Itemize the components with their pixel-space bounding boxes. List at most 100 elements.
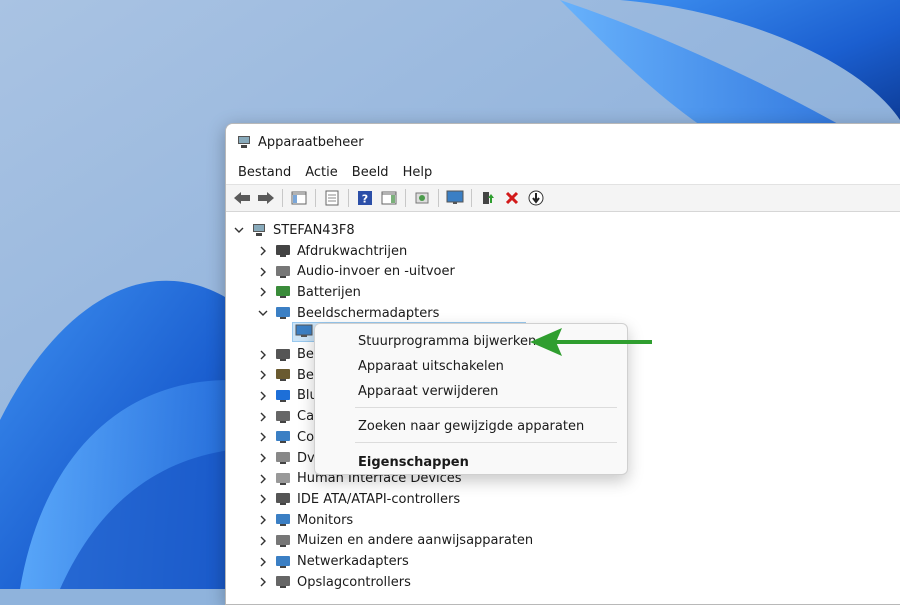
chevron-right-icon[interactable] [256, 348, 270, 362]
network-adapter-icon [274, 554, 292, 570]
toolbar-separator [315, 189, 316, 207]
tree-item-label: Afdrukwachtrijen [297, 243, 408, 259]
menu-bar: Bestand Actie Beeld Help [226, 160, 900, 184]
tree-item[interactable]: Be [256, 345, 314, 365]
chevron-right-icon[interactable] [256, 513, 270, 527]
chevron-right-icon[interactable] [256, 368, 270, 382]
camera-icon [274, 409, 292, 425]
properties-icon[interactable] [322, 188, 342, 208]
ide-controller-icon [274, 491, 292, 507]
uninstall-icon[interactable] [502, 188, 522, 208]
tree-item[interactable]: Opslagcontrollers [256, 572, 411, 592]
title-bar: Apparaatbeheer [226, 124, 900, 160]
tree-item[interactable]: Be [256, 365, 314, 385]
menu-beeld[interactable]: Beeld [346, 163, 395, 182]
action-pane-icon[interactable] [379, 188, 399, 208]
tree-item-label: Beeldschermadapters [297, 305, 440, 321]
tree-item[interactable]: Ca [256, 407, 314, 427]
toolbar-separator [438, 189, 439, 207]
tree-item[interactable]: IDE ATA/ATAPI-controllers [256, 489, 460, 509]
update-driver-icon[interactable] [526, 188, 546, 208]
printer-queue-icon [274, 243, 292, 259]
tree-item[interactable]: Blu [256, 386, 318, 406]
tree-item-label: Monitors [297, 512, 354, 528]
menu-actie[interactable]: Actie [299, 163, 344, 182]
monitor-icon[interactable] [445, 188, 465, 208]
chevron-right-icon[interactable] [256, 410, 270, 424]
tree-item-label: Be [297, 367, 314, 383]
tree-item-label: Audio-invoer en -uitvoer [297, 264, 455, 280]
window-title: Apparaatbeheer [258, 134, 364, 150]
battery-icon [274, 284, 292, 300]
tree-item-label: Opslagcontrollers [297, 574, 411, 590]
toolbar-separator [471, 189, 472, 207]
toolbar-separator [405, 189, 406, 207]
tree-item[interactable]: Batterijen [256, 282, 361, 302]
device-manager-icon [236, 134, 252, 150]
tree-root[interactable]: STEFAN43F8 [232, 220, 355, 240]
computer-icon [274, 429, 292, 445]
forward-icon[interactable] [256, 188, 276, 208]
tree-item-label: Netwerkadapters [297, 554, 409, 569]
tree-item-label: Muizen en andere aanwijsapparaten [297, 533, 534, 549]
menu-bestand[interactable]: Bestand [232, 163, 297, 182]
green-arrow-icon [530, 328, 652, 356]
chevron-right-icon[interactable] [256, 285, 270, 299]
menu-separator [355, 442, 617, 443]
bluetooth-icon [274, 388, 292, 404]
chevron-right-icon[interactable] [256, 575, 270, 589]
tree-item-label: IDE ATA/ATAPI-controllers [297, 491, 461, 507]
chevron-right-icon[interactable] [256, 389, 270, 403]
storage-controller-icon [274, 574, 292, 590]
console-tree-icon[interactable] [289, 188, 309, 208]
menu-item-scan-changes[interactable]: Zoeken naar gewijzigde apparaten [358, 415, 584, 437]
tree-item[interactable]: Dv [256, 448, 315, 468]
tree-item[interactable]: Audio-invoer en -uitvoer [256, 262, 455, 282]
menu-help[interactable]: Help [397, 163, 439, 182]
display-adapter-icon [295, 324, 313, 342]
tree-item[interactable]: Afdrukwachtrijen [256, 241, 407, 261]
hid-icon [274, 471, 292, 487]
unknown-device-icon [274, 347, 292, 363]
tree-item[interactable]: Netwerkadapters [256, 552, 409, 572]
chevron-right-icon[interactable] [256, 244, 270, 258]
chevron-right-icon[interactable] [256, 451, 270, 465]
toolbar: ? [226, 184, 900, 212]
root-label: STEFAN43F8 [273, 222, 355, 238]
chevron-right-icon[interactable] [256, 534, 270, 548]
menu-separator [355, 407, 617, 408]
tree-item[interactable]: Co [256, 427, 314, 447]
audio-icon [274, 264, 292, 280]
tree-item-label: Co [297, 429, 315, 445]
toolbar-separator [348, 189, 349, 207]
mouse-icon [274, 533, 292, 549]
chevron-right-icon[interactable] [256, 555, 270, 569]
chevron-right-icon[interactable] [256, 472, 270, 486]
monitor-icon [274, 512, 292, 528]
toolbar-separator [282, 189, 283, 207]
tree-item-label: Batterijen [297, 284, 361, 300]
tree-item-label: Dv [297, 450, 315, 466]
menu-item-uninstall-device[interactable]: Apparaat verwijderen [358, 380, 498, 402]
svg-text:?: ? [362, 193, 368, 206]
tree-item[interactable]: Monitors [256, 510, 353, 530]
scan-hardware-icon[interactable] [412, 188, 432, 208]
tree-item[interactable]: Beeldschermadapters [256, 303, 439, 323]
chevron-right-icon[interactable] [256, 492, 270, 506]
chevron-down-icon[interactable] [256, 306, 270, 320]
display-adapter-icon [274, 305, 292, 321]
chevron-right-icon[interactable] [256, 430, 270, 444]
enable-device-icon[interactable] [478, 188, 498, 208]
security-icon [274, 367, 292, 383]
menu-item-update-driver[interactable]: Stuurprogramma bijwerken [358, 330, 536, 352]
tree-item-label: Be [297, 347, 314, 362]
chevron-down-icon[interactable] [232, 223, 246, 237]
menu-item-properties[interactable]: Eigenschappen [358, 451, 469, 473]
tree-item[interactable]: Muizen en andere aanwijsapparaten [256, 531, 533, 551]
disk-drive-icon [274, 450, 292, 466]
computer-icon [250, 222, 268, 238]
chevron-right-icon[interactable] [256, 265, 270, 279]
menu-item-disable-device[interactable]: Apparaat uitschakelen [358, 355, 504, 377]
back-icon[interactable] [232, 188, 252, 208]
help-icon[interactable]: ? [355, 188, 375, 208]
